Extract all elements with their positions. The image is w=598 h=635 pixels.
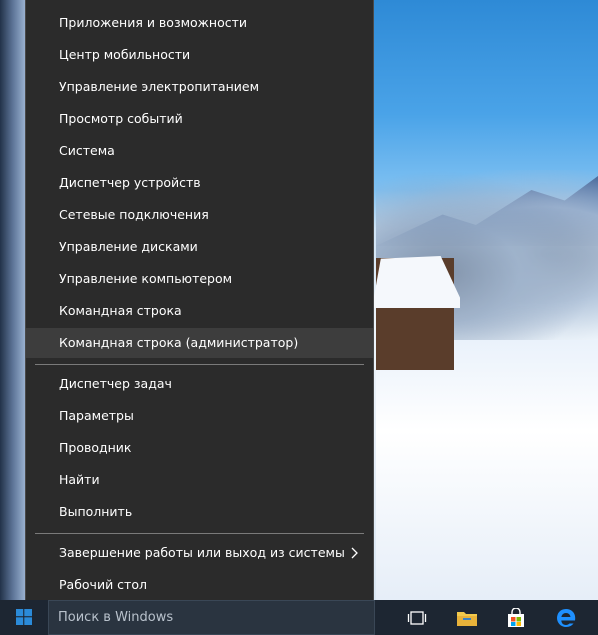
menu-item-label: Завершение работы или выход из системы — [59, 545, 345, 560]
menu-item-network-connections[interactable]: Сетевые подключения — [26, 200, 373, 230]
menu-item-label: Командная строка — [59, 303, 182, 318]
menu-item-device-manager[interactable]: Диспетчер устройств — [26, 168, 373, 198]
winx-context-menu: Приложения и возможности Центр мобильнос… — [25, 0, 374, 609]
task-view-icon — [407, 610, 427, 625]
task-view-button[interactable] — [393, 600, 441, 635]
menu-item-label: Управление компьютером — [59, 271, 233, 286]
edge-button[interactable] — [542, 600, 590, 635]
file-explorer-icon — [457, 611, 477, 626]
menu-item-apps-features[interactable]: Приложения и возможности — [26, 8, 373, 38]
chevron-right-icon — [349, 538, 363, 568]
search-input[interactable]: Поиск в Windows — [48, 600, 375, 635]
menu-item-label: Просмотр событий — [59, 111, 183, 126]
menu-item-desktop[interactable]: Рабочий стол — [26, 570, 373, 600]
menu-item-system[interactable]: Система — [26, 136, 373, 166]
menu-item-command-prompt[interactable]: Командная строка — [26, 296, 373, 326]
menu-item-label: Сетевые подключения — [59, 207, 209, 222]
store-button[interactable] — [492, 600, 540, 635]
menu-item-label: Диспетчер задач — [59, 376, 172, 391]
menu-item-label: Управление дисками — [59, 239, 198, 254]
menu-item-label: Выполнить — [59, 504, 133, 519]
menu-item-power-options[interactable]: Управление электропитанием — [26, 72, 373, 102]
menu-item-event-viewer[interactable]: Просмотр событий — [26, 104, 373, 134]
windows-logo-icon — [16, 609, 32, 625]
menu-separator — [35, 364, 364, 365]
wallpaper-snowy-trees-left — [0, 0, 28, 600]
store-icon — [508, 607, 524, 627]
start-button[interactable] — [0, 600, 48, 635]
menu-item-label: Диспетчер устройств — [59, 175, 201, 190]
wallpaper-snowfield — [376, 340, 598, 600]
menu-item-computer-management[interactable]: Управление компьютером — [26, 264, 373, 294]
menu-item-disk-management[interactable]: Управление дисками — [26, 232, 373, 262]
menu-item-search[interactable]: Найти — [26, 465, 373, 495]
menu-item-shutdown-signout[interactable]: Завершение работы или выход из системы — [26, 538, 373, 568]
menu-item-file-explorer[interactable]: Проводник — [26, 433, 373, 463]
menu-item-label: Параметры — [59, 408, 134, 423]
menu-item-settings[interactable]: Параметры — [26, 401, 373, 431]
menu-separator — [35, 533, 364, 534]
menu-item-label: Командная строка (администратор) — [59, 335, 299, 350]
menu-item-task-manager[interactable]: Диспетчер задач — [26, 369, 373, 399]
search-placeholder: Поиск в Windows — [58, 610, 174, 625]
menu-item-label: Рабочий стол — [59, 577, 147, 592]
menu-item-mobility-center[interactable]: Центр мобильности — [26, 40, 373, 70]
menu-item-command-prompt-admin[interactable]: Командная строка (администратор) — [26, 328, 373, 358]
menu-item-label: Система — [59, 143, 115, 158]
menu-item-label: Найти — [59, 472, 100, 487]
menu-item-label: Приложения и возможности — [59, 15, 248, 30]
menu-item-label: Проводник — [59, 440, 132, 455]
menu-item-run[interactable]: Выполнить — [26, 497, 373, 527]
menu-item-label: Управление электропитанием — [59, 79, 259, 94]
edge-icon — [557, 608, 576, 627]
menu-item-label: Центр мобильности — [59, 47, 191, 62]
file-explorer-button[interactable] — [443, 600, 491, 635]
taskbar: Поиск в Windows — [0, 600, 598, 635]
